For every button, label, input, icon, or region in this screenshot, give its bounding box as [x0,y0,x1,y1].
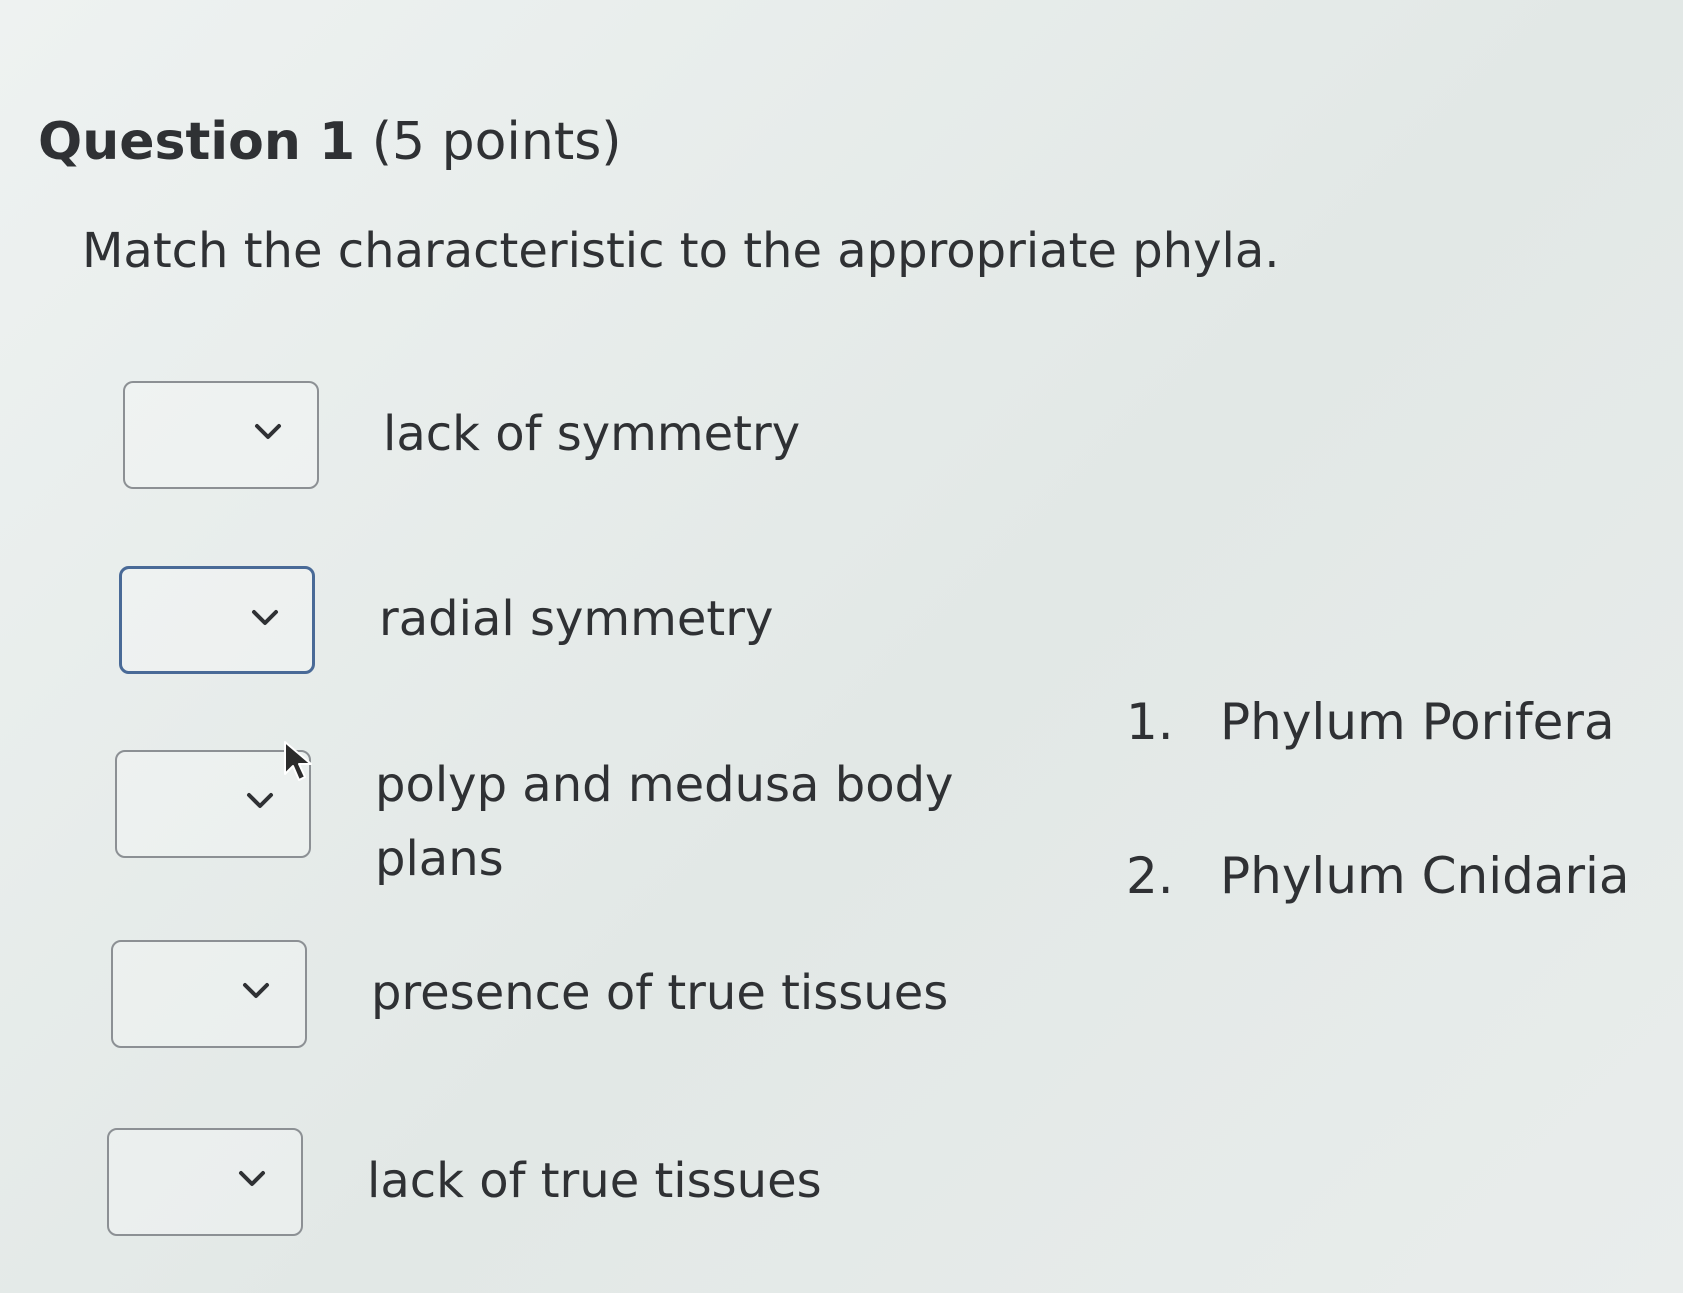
option-label: Phylum Porifera [1220,693,1615,751]
question-title: Question 1 [38,112,356,172]
match-row: lack of true tissues [107,1128,1067,1248]
characteristic-label: polyp and medusa body plans [375,757,954,887]
match-select-dropdown[interactable] [111,940,307,1048]
chevron-down-icon [237,1168,267,1190]
phyla-options-list: 1. Phylum Porifera 2. Phylum Cnidaria [1126,692,1630,1000]
match-select-dropdown[interactable] [119,566,315,674]
chevron-down-icon [253,421,283,443]
characteristic-label: radial symmetry [379,591,774,647]
option-label: Phylum Cnidaria [1220,847,1630,905]
match-select-dropdown[interactable] [123,381,319,489]
match-select-dropdown[interactable] [115,750,311,858]
mouse-cursor-icon [283,740,319,784]
match-row: lack of symmetry [123,381,1083,501]
option-number: 2. [1126,847,1174,905]
match-row: polyp and medusa body plans [115,750,1075,920]
quiz-page: Question 1 (5 points) Match the characte… [0,0,1683,1293]
characteristic-label: lack of true tissues [367,1153,822,1209]
option-item: 2. Phylum Cnidaria [1126,846,1630,1000]
question-heading: Question 1 (5 points) [38,112,622,172]
chevron-down-icon [241,980,271,1002]
characteristic-label: lack of symmetry [383,406,801,462]
match-row: presence of true tissues [111,940,1071,1060]
option-item: 1. Phylum Porifera [1126,692,1630,846]
characteristic-label: presence of true tissues [371,965,949,1021]
option-number: 1. [1126,693,1174,751]
match-row: radial symmetry [119,566,1079,686]
chevron-down-icon [250,607,280,629]
question-prompt: Match the characteristic to the appropri… [82,223,1280,279]
chevron-down-icon [245,790,275,812]
match-select-dropdown[interactable] [107,1128,303,1236]
question-points: (5 points) [371,112,622,172]
